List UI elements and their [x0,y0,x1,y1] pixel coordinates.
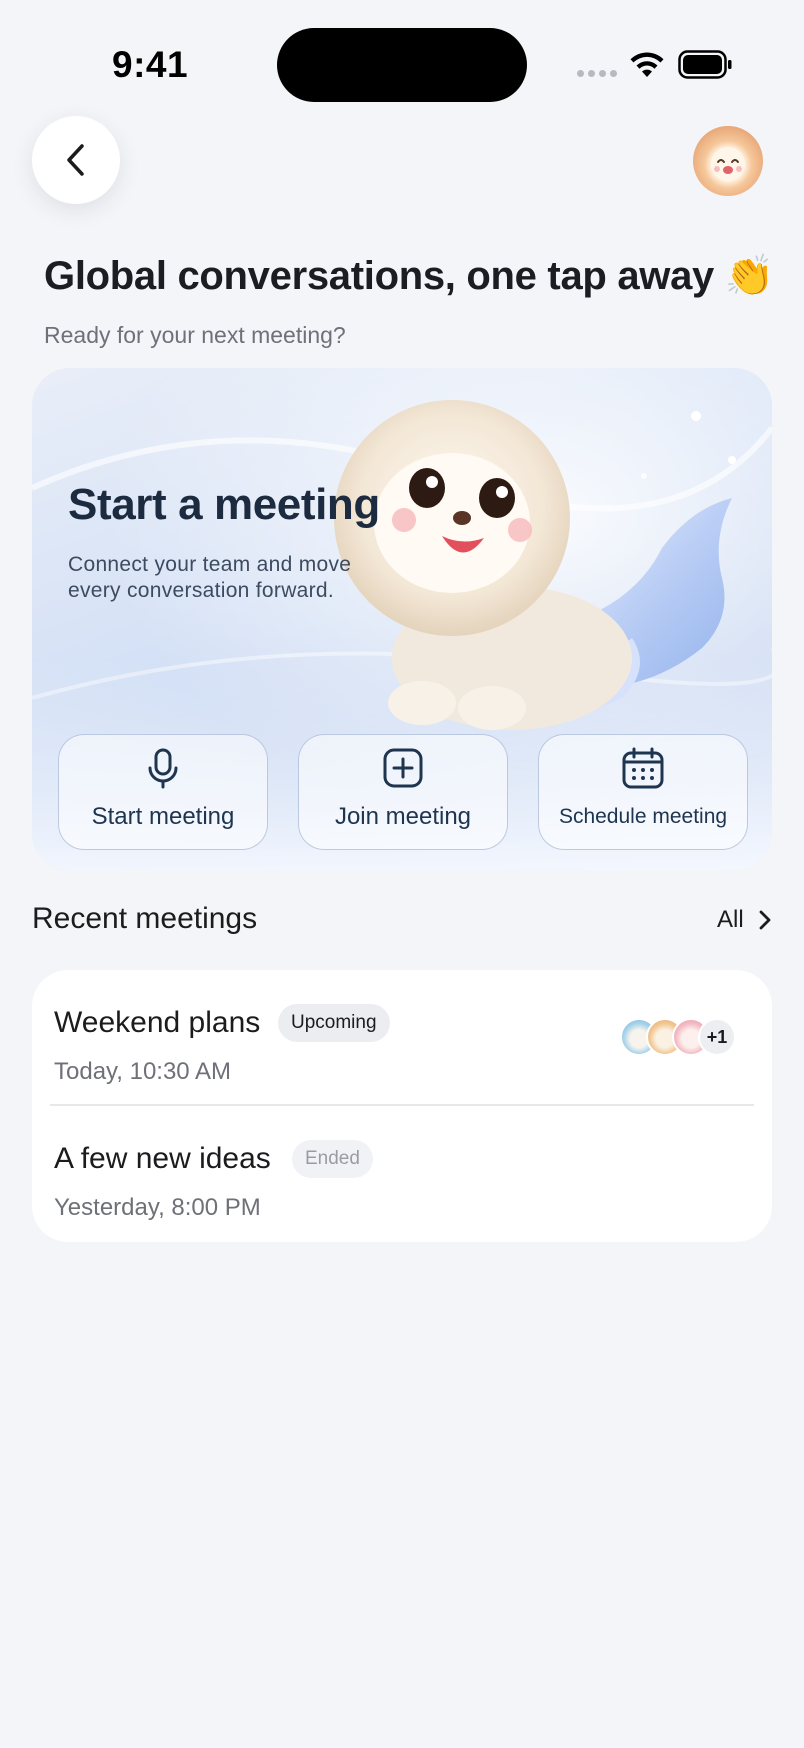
status-time: 9:41 [112,44,189,85]
back-button[interactable] [32,116,120,204]
plus-square-icon [383,748,423,788]
join-meeting-label: Join meeting [334,803,472,830]
status-badge: Upcoming [278,1004,390,1042]
recent-meetings-title: Recent meetings [32,902,258,935]
page-title: Global conversations, one tap away 👏 [44,254,775,298]
battery-icon [678,50,732,79]
schedule-meeting-label: Schedule meeting [558,805,728,828]
join-meeting-button[interactable]: Join meeting [298,734,508,850]
page-subtitle: Ready for your next meeting? [44,322,346,348]
hero-title: Start a meeting [68,480,380,529]
meeting-title: A few new ideas [54,1142,271,1175]
status-badge: Ended [292,1140,373,1178]
start-meeting-label: Start meeting [91,803,235,830]
recent-meetings-list: Weekend plans Upcoming Today, 10:30 AM +… [32,970,772,1242]
meeting-time: Today, 10:30 AM [54,1058,231,1085]
start-meeting-card: Start a meeting Connect your team and mo… [32,368,772,870]
start-meeting-button[interactable]: Start meeting [58,734,268,850]
schedule-meeting-button[interactable]: Schedule meeting [538,734,748,850]
meeting-title: Weekend plans [54,1006,261,1039]
hero-description: Connect your team and move every convers… [68,553,352,602]
chevron-left-icon [67,144,84,176]
profile-avatar[interactable] [693,126,763,196]
calendar-icon [622,747,664,789]
cellular-signal-icon [577,70,617,77]
meeting-item[interactable]: A few new ideas Ended Yesterday, 8:00 PM [32,1106,772,1242]
all-meetings-link[interactable]: All [717,906,772,934]
participant-avatars: +1 [620,1018,770,1056]
status-bar: 9:41 [0,0,804,110]
wifi-icon [630,52,664,77]
chevron-right-icon [759,910,771,930]
microphone-icon [148,748,178,789]
dynamic-island [277,28,527,102]
meeting-actions: Start meeting Join meeting Schedule meet… [58,734,748,850]
lion-avatar-image [711,147,745,181]
extra-participants-count: +1 [698,1018,736,1056]
all-link-label: All [717,906,744,933]
meeting-time: Yesterday, 8:00 PM [54,1194,261,1221]
meeting-item[interactable]: Weekend plans Upcoming Today, 10:30 AM +… [32,970,772,1106]
